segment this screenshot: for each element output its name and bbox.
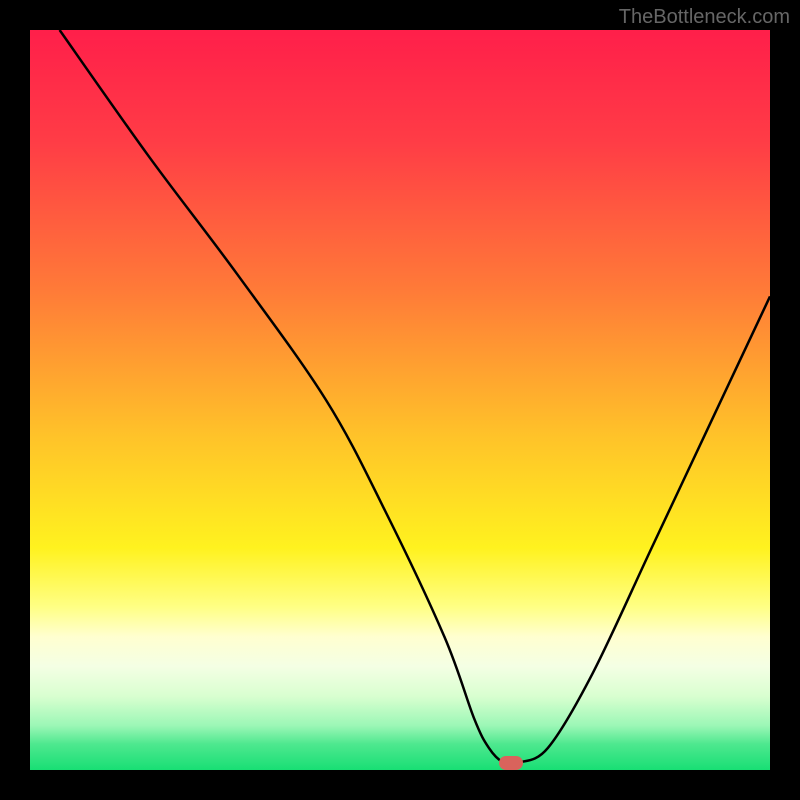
plot-area [30, 30, 770, 770]
watermark-text: TheBottleneck.com [619, 6, 790, 29]
chart-frame: TheBottleneck.com [0, 0, 800, 800]
chart-svg [30, 30, 770, 770]
optimal-point-marker [499, 756, 523, 770]
gradient-background [30, 30, 770, 770]
